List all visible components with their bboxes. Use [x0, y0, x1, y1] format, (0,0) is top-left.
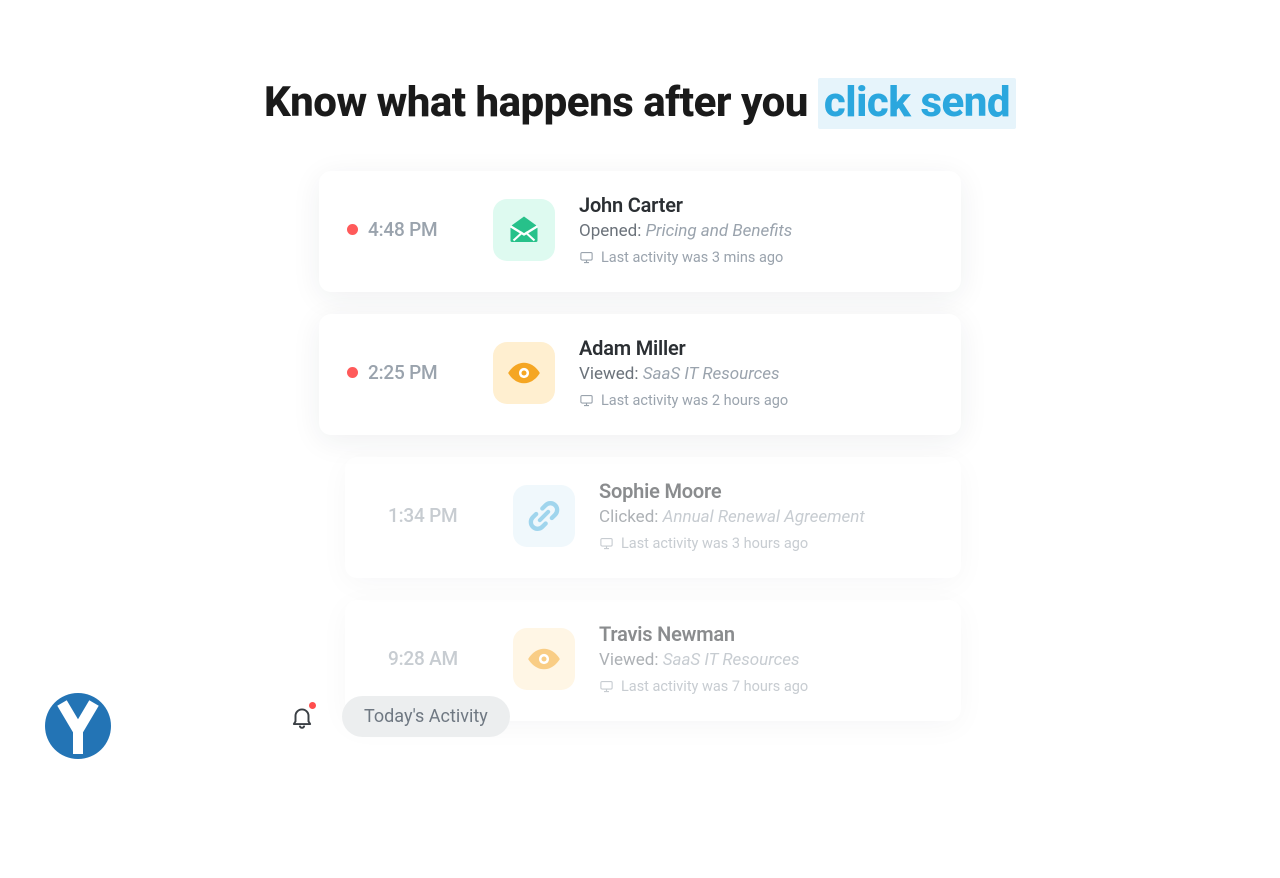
notification-bell[interactable]	[288, 703, 316, 731]
headline-highlight: click send	[818, 78, 1016, 129]
contact-name: Travis Newman	[599, 622, 808, 646]
monitor-icon	[599, 679, 614, 694]
time-column: 4:48 PM	[347, 218, 469, 241]
activity-meta: Last activity was 3 hours ago	[599, 535, 865, 552]
action-label: Clicked:	[599, 507, 658, 527]
monitor-icon	[579, 250, 594, 265]
activity-card[interactable]: 2:25 PM Adam Miller Viewed: SaaS IT Reso…	[319, 314, 961, 435]
bell-unread-badge	[308, 701, 317, 710]
unread-dot	[347, 367, 358, 378]
time-column: 9:28 AM	[367, 647, 489, 670]
envelope-icon	[493, 199, 555, 261]
action-label: Opened:	[579, 221, 641, 241]
headline-plain: Know what happens after you	[264, 78, 818, 127]
activity-action: Viewed: SaaS IT Resources	[599, 650, 808, 670]
meta-text: Last activity was 7 hours ago	[621, 678, 808, 695]
action-label: Viewed:	[599, 650, 658, 670]
contact-name: John Carter	[579, 193, 792, 217]
monitor-icon	[579, 393, 594, 408]
bottom-row: Today's Activity	[288, 696, 510, 737]
today-activity-pill[interactable]: Today's Activity	[342, 696, 510, 737]
activity-body: Sophie Moore Clicked: Annual Renewal Agr…	[599, 479, 865, 552]
activity-action: Opened: Pricing and Benefits	[579, 221, 792, 241]
activity-time: 1:34 PM	[388, 504, 457, 527]
meta-text: Last activity was 3 hours ago	[621, 535, 808, 552]
activity-meta: Last activity was 3 mins ago	[579, 249, 792, 266]
activity-time: 2:25 PM	[368, 361, 437, 384]
activity-time: 4:48 PM	[368, 218, 437, 241]
unread-dot	[347, 224, 358, 235]
activity-meta: Last activity was 2 hours ago	[579, 392, 788, 409]
activity-card[interactable]: 1:34 PM Sophie Moore Clicked: Annual Ren…	[345, 457, 961, 578]
contact-name: Adam Miller	[579, 336, 788, 360]
contact-name: Sophie Moore	[599, 479, 865, 503]
eye-icon	[513, 628, 575, 690]
activity-action: Viewed: SaaS IT Resources	[579, 364, 788, 384]
page-headline: Know what happens after you click send	[0, 78, 1280, 127]
meta-text: Last activity was 3 mins ago	[601, 249, 783, 266]
activity-feed: 4:48 PM John Carter Opened: Pricing and …	[319, 171, 961, 721]
activity-body: Travis Newman Viewed: SaaS IT Resources …	[599, 622, 808, 695]
action-subject: SaaS IT Resources	[663, 650, 800, 670]
monitor-icon	[599, 536, 614, 551]
activity-meta: Last activity was 7 hours ago	[599, 678, 808, 695]
action-label: Viewed:	[579, 364, 638, 384]
action-subject: SaaS IT Resources	[643, 364, 780, 384]
eye-icon	[493, 342, 555, 404]
time-column: 1:34 PM	[367, 504, 489, 527]
activity-card[interactable]: 4:48 PM John Carter Opened: Pricing and …	[319, 171, 961, 292]
action-subject: Annual Renewal Agreement	[663, 507, 865, 527]
activity-time: 9:28 AM	[388, 647, 458, 670]
activity-body: John Carter Opened: Pricing and Benefits…	[579, 193, 792, 266]
action-subject: Pricing and Benefits	[646, 221, 793, 241]
meta-text: Last activity was 2 hours ago	[601, 392, 788, 409]
link-icon	[513, 485, 575, 547]
brand-logo	[42, 690, 114, 762]
activity-body: Adam Miller Viewed: SaaS IT Resources La…	[579, 336, 788, 409]
time-column: 2:25 PM	[347, 361, 469, 384]
activity-action: Clicked: Annual Renewal Agreement	[599, 507, 865, 527]
